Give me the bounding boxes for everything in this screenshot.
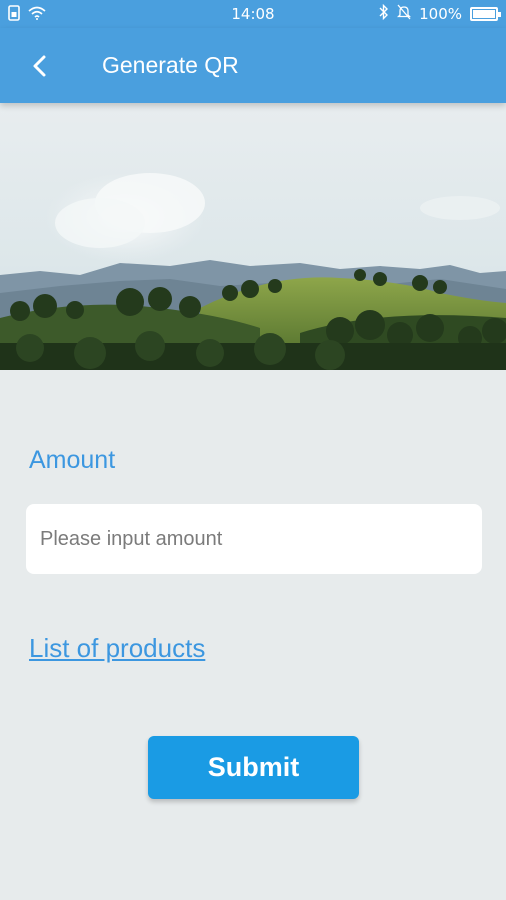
page-title: Generate QR [102, 52, 239, 78]
app-bar: Generate QR [0, 28, 506, 103]
mute-bell-icon [397, 4, 412, 24]
amount-label: Amount [29, 446, 116, 474]
screen: 14:08 100% Generate QR Amount Please inp… [0, 0, 506, 900]
battery-percent: 100% [419, 5, 462, 23]
battery-fill [473, 10, 495, 18]
chevron-left-icon [33, 55, 46, 77]
list-of-products-link[interactable]: List of products [29, 633, 205, 664]
status-right-icons: 100% [379, 3, 501, 24]
banner-image [0, 103, 506, 370]
amount-input[interactable] [26, 504, 482, 574]
submit-button[interactable]: Submit [148, 736, 359, 799]
battery-icon [470, 7, 501, 21]
status-bar: 14:08 100% [0, 0, 506, 28]
back-button[interactable] [22, 48, 58, 84]
bluetooth-icon [379, 3, 389, 24]
